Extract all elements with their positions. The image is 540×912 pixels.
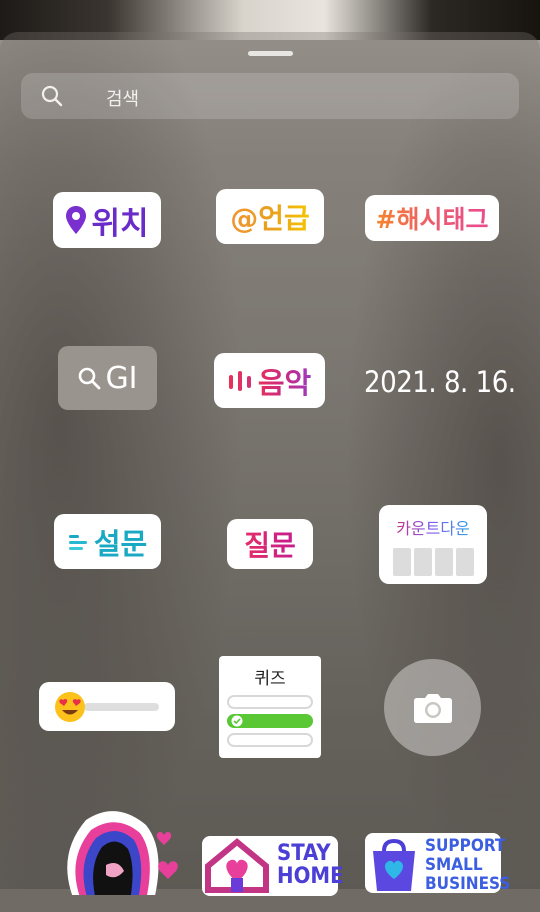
- stay-home-line2: HOME: [277, 864, 344, 889]
- check-icon: [231, 715, 243, 727]
- question-sticker[interactable]: 질문: [227, 519, 313, 569]
- audio-bars-icon: [228, 370, 251, 391]
- slider-track: [84, 703, 159, 711]
- shopping-bag-icon: [373, 838, 415, 891]
- music-sticker[interactable]: 음악: [214, 353, 325, 408]
- quiz-label: 퀴즈: [254, 669, 286, 689]
- gif-label: GI: [105, 360, 138, 396]
- search-icon: [79, 367, 101, 390]
- location-pin-icon: [66, 206, 87, 234]
- countdown-digit-box: [413, 548, 432, 576]
- support-line1: SUPPORT: [425, 836, 506, 856]
- hashtag-sticker[interactable]: #해시태그: [365, 195, 499, 241]
- date-sticker[interactable]: 2021. 8. 16.: [364, 365, 516, 399]
- search-icon: [41, 85, 63, 107]
- mention-sticker[interactable]: @언급: [216, 189, 324, 244]
- support-small-business-sticker[interactable]: SUPPORT SMALL BUSINESS: [365, 833, 510, 894]
- poll-sticker[interactable]: 설문: [54, 514, 161, 569]
- quiz-sticker[interactable]: 퀴즈: [219, 656, 321, 758]
- drag-handle[interactable]: [248, 51, 293, 56]
- mention-label: @언급: [230, 197, 310, 237]
- emoji-slider-sticker[interactable]: [39, 682, 175, 731]
- heart-eyes-emoji-icon: [55, 692, 85, 722]
- location-label: 위치: [91, 205, 149, 242]
- sticker-tray-sheet: [0, 32, 540, 912]
- poll-label: 설문: [93, 526, 148, 561]
- question-label: 질문: [244, 524, 296, 564]
- house-heart-icon: [205, 838, 269, 893]
- countdown-label: 카운트다운: [396, 515, 470, 539]
- support-line3: BUSINESS: [425, 874, 511, 894]
- quiz-option: [227, 695, 313, 709]
- camera-icon: [414, 694, 452, 723]
- countdown-digit-boxes: [392, 548, 474, 576]
- support-line2: SMALL: [425, 855, 483, 875]
- camera-sticker[interactable]: [384, 659, 481, 756]
- stay-home-sticker[interactable]: STAY HOME: [202, 836, 344, 896]
- countdown-digit-box: [392, 548, 411, 576]
- countdown-digit-box: [434, 548, 453, 576]
- quiz-option: [227, 733, 313, 747]
- location-sticker[interactable]: 위치: [53, 192, 161, 248]
- search-placeholder: 검색: [106, 89, 140, 110]
- screaming-face-sticker[interactable]: [36, 805, 186, 895]
- music-label: 음악: [258, 360, 311, 402]
- poll-lines-icon: [68, 534, 87, 550]
- gif-sticker[interactable]: GI: [58, 346, 157, 410]
- search-bar[interactable]: 검색: [21, 73, 519, 119]
- hashtag-label: #해시태그: [376, 200, 489, 236]
- countdown-sticker[interactable]: 카운트다운: [379, 505, 487, 584]
- quiz-option-correct: [227, 714, 313, 728]
- stay-home-line1: STAY: [277, 841, 331, 866]
- countdown-digit-box: [455, 548, 474, 576]
